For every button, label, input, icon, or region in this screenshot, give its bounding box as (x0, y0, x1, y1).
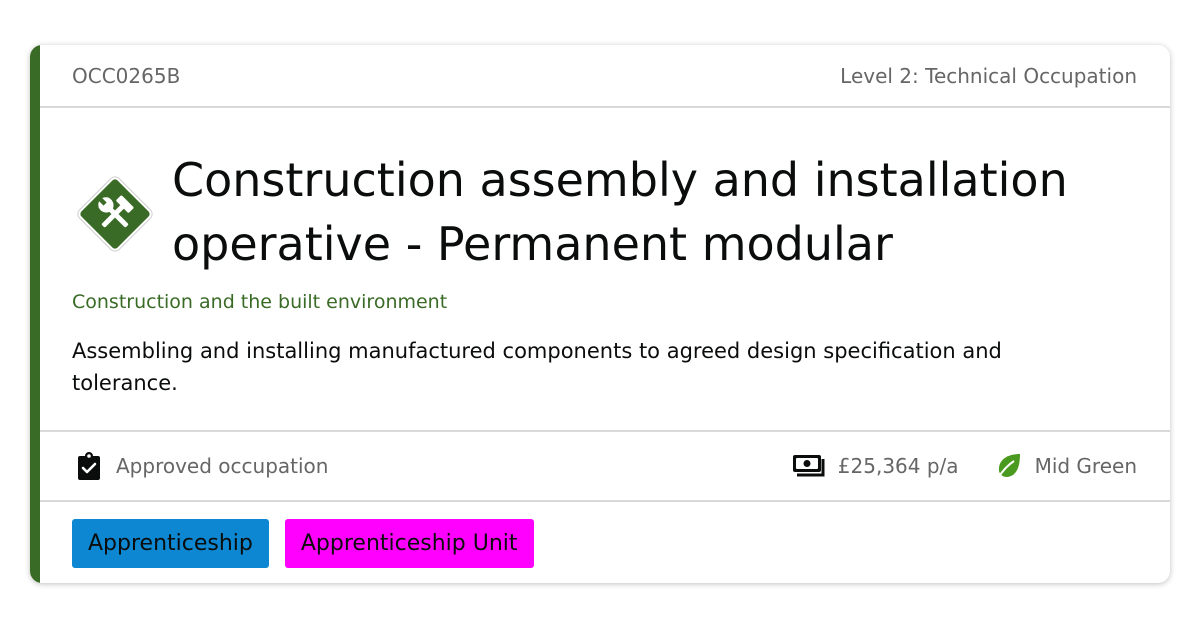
occupation-description: Assembling and installing manufactured c… (72, 339, 1002, 395)
meta-row: Approved occupation £25,364 p/a Mid Gree… (40, 430, 1170, 502)
money-icon (792, 455, 825, 477)
status-label: Approved occupation (116, 454, 329, 478)
green-item: Mid Green (995, 452, 1137, 480)
route-accent-bar (30, 45, 40, 583)
tag-apprenticeship-unit[interactable]: Apprenticeship Unit (284, 519, 534, 568)
route-name: Construction and the built environment (72, 291, 448, 313)
card-header: OCC0265B Level 2: Technical Occupation (40, 45, 1170, 108)
occupation-card: OCC0265B Level 2: Technical Occupation C… (30, 45, 1170, 583)
occupation-code: OCC0265B (72, 63, 181, 88)
tag-list: Apprenticeship Apprenticeship Unit (72, 519, 550, 568)
salary-item: £25,364 p/a (792, 452, 959, 480)
tag-apprenticeship[interactable]: Apprenticeship (72, 519, 269, 568)
occupation-title: Construction assembly and installation o… (172, 153, 1068, 271)
salary-label: £25,364 p/a (837, 454, 959, 478)
occupation-level: Level 2: Technical Occupation (840, 63, 1137, 88)
clipboard-check-icon (78, 452, 100, 480)
tools-icon (75, 174, 155, 254)
leaf-icon (996, 454, 1020, 479)
meta-right: £25,364 p/a Mid Green (792, 452, 1137, 480)
green-label: Mid Green (1034, 454, 1137, 478)
status-item: Approved occupation (74, 451, 328, 481)
